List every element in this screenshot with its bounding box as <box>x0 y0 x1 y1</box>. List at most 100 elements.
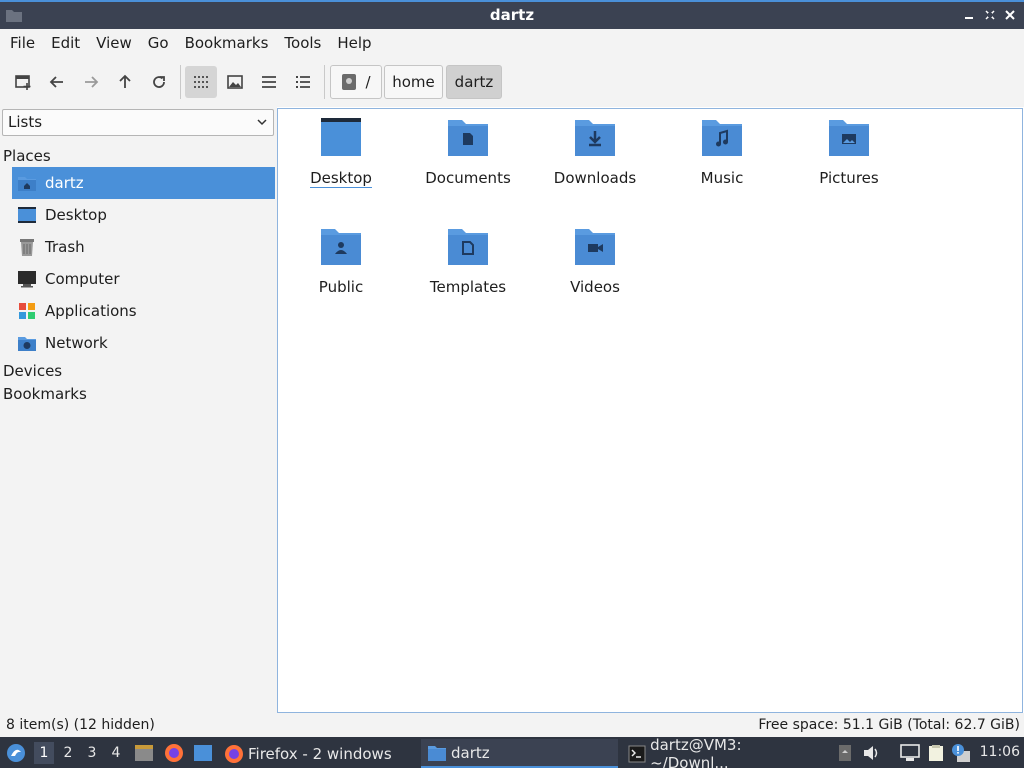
task-file-manager[interactable]: dartz <box>421 739 618 768</box>
drive-icon <box>342 74 357 90</box>
chevron-down-icon <box>257 119 267 126</box>
reload-icon[interactable] <box>143 66 175 98</box>
section-places[interactable]: Places <box>3 147 51 165</box>
public-folder-icon <box>321 229 361 265</box>
sidebar-item-computer[interactable]: Computer <box>12 263 275 295</box>
toolbar-separator <box>324 65 325 99</box>
workspace-2[interactable]: 2 <box>58 742 78 764</box>
sidebar-item-label: Trash <box>45 238 85 256</box>
section-bookmarks[interactable]: Bookmarks <box>3 385 87 403</box>
videos-folder-icon <box>575 229 615 265</box>
file-name: Documents <box>425 169 511 187</box>
sidebar-item-label: Computer <box>45 270 120 288</box>
breadcrumb-home[interactable]: home <box>384 65 443 99</box>
minimize-icon[interactable] <box>959 5 979 25</box>
close-icon[interactable] <box>1000 5 1020 25</box>
menu-edit[interactable]: Edit <box>43 29 88 57</box>
icon-view-icon[interactable] <box>185 66 217 98</box>
file-item-downloads[interactable]: Downloads <box>540 117 650 187</box>
file-name: Public <box>318 278 364 296</box>
toolbar: / home dartz <box>0 57 1024 107</box>
file-item-pictures[interactable]: Pictures <box>794 117 904 187</box>
sidebar-item-network[interactable]: Network <box>12 327 275 359</box>
sidebar-item-dartz[interactable]: dartz <box>12 167 275 199</box>
terminal-icon <box>627 744 646 764</box>
file-item-videos[interactable]: Videos <box>540 226 650 296</box>
start-menu-icon[interactable] <box>5 742 27 764</box>
sidebar-mode-label: Lists <box>8 113 43 131</box>
up-icon[interactable] <box>109 66 141 98</box>
breadcrumb-root[interactable]: / <box>330 65 382 99</box>
firefox-icon <box>224 744 244 764</box>
task-firefox[interactable]: Firefox - 2 windows <box>224 739 416 768</box>
downloads-folder-icon <box>575 120 615 156</box>
menu-go[interactable]: Go <box>140 29 177 57</box>
taskbar: 1 2 3 4 Firefox - 2 windows dartz dartz@… <box>0 735 1024 768</box>
network-icon <box>16 332 38 354</box>
file-item-templates[interactable]: Templates <box>413 226 523 296</box>
desktop-icon <box>16 204 38 226</box>
task-label: dartz <box>451 743 490 762</box>
home-folder-icon <box>16 172 38 194</box>
menu-help[interactable]: Help <box>329 29 379 57</box>
file-manager-launcher-icon[interactable] <box>133 742 155 764</box>
music-folder-icon <box>702 120 742 156</box>
menu-bar: File Edit View Go Bookmarks Tools Help <box>0 29 1024 57</box>
file-view[interactable]: Desktop Documents Downloads Music Pictur… <box>277 108 1023 713</box>
folder-icon <box>427 743 447 763</box>
menu-file[interactable]: File <box>2 29 43 57</box>
desktop-launcher-icon[interactable] <box>192 742 214 764</box>
notes-tray-icon[interactable] <box>925 742 947 764</box>
title-bar: dartz <box>0 0 1024 29</box>
documents-folder-icon <box>448 120 488 156</box>
file-item-documents[interactable]: Documents <box>413 117 523 187</box>
new-window-icon[interactable] <box>7 66 39 98</box>
window-title: dartz <box>489 6 535 24</box>
menu-bookmarks[interactable]: Bookmarks <box>177 29 277 57</box>
status-free-space: Free space: 51.1 GiB (Total: 62.7 GiB) <box>758 717 1020 733</box>
status-item-count: 8 item(s) (12 hidden) <box>6 717 155 733</box>
detailed-list-view-icon[interactable] <box>287 66 319 98</box>
sidebar-mode-combo[interactable]: Lists <box>2 109 274 136</box>
compact-view-icon[interactable] <box>253 66 285 98</box>
thumbnail-view-icon[interactable] <box>219 66 251 98</box>
applications-icon <box>16 300 38 322</box>
file-item-public[interactable]: Public <box>286 226 396 296</box>
sidebar-item-label: Desktop <box>45 206 107 224</box>
task-label: dartz@VM3: ~/Downl... <box>650 735 742 768</box>
toolbar-separator <box>180 65 181 99</box>
clipboard-tray-icon[interactable] <box>834 742 856 764</box>
sidebar-item-label: Network <box>45 334 108 352</box>
sidebar-item-trash[interactable]: Trash <box>12 231 275 263</box>
sidebar-item-label: dartz <box>45 174 84 192</box>
file-name: Downloads <box>553 169 637 187</box>
clock[interactable]: 11:06 <box>980 744 1020 760</box>
volume-icon[interactable] <box>861 742 883 764</box>
menu-tools[interactable]: Tools <box>276 29 329 57</box>
maximize-icon[interactable] <box>980 5 1000 25</box>
file-name: Desktop <box>310 169 372 188</box>
file-item-music[interactable]: Music <box>667 117 777 187</box>
pictures-folder-icon <box>829 120 869 156</box>
templates-folder-icon <box>448 229 488 265</box>
network-tray-icon[interactable] <box>899 742 921 764</box>
task-terminal[interactable]: dartz@VM3: ~/Downl... <box>627 735 817 768</box>
menu-view[interactable]: View <box>88 29 140 57</box>
file-item-desktop[interactable]: Desktop <box>286 117 396 188</box>
breadcrumb-home-label: home <box>392 73 435 91</box>
sidebar-item-desktop[interactable]: Desktop <box>12 199 275 231</box>
trash-icon <box>16 236 38 258</box>
computer-icon <box>16 268 38 290</box>
workspace-4[interactable]: 4 <box>106 742 126 764</box>
sidebar-item-applications[interactable]: Applications <box>12 295 275 327</box>
update-notifier-icon[interactable] <box>950 742 972 764</box>
back-icon[interactable] <box>41 66 73 98</box>
firefox-launcher-icon[interactable] <box>163 742 185 764</box>
forward-icon[interactable] <box>75 66 107 98</box>
file-name: Music <box>700 169 744 187</box>
workspace-3[interactable]: 3 <box>82 742 102 764</box>
workspace-1[interactable]: 1 <box>34 742 54 764</box>
desktop-folder-icon <box>321 118 361 156</box>
breadcrumb-dartz[interactable]: dartz <box>446 65 502 99</box>
section-devices[interactable]: Devices <box>3 362 62 380</box>
